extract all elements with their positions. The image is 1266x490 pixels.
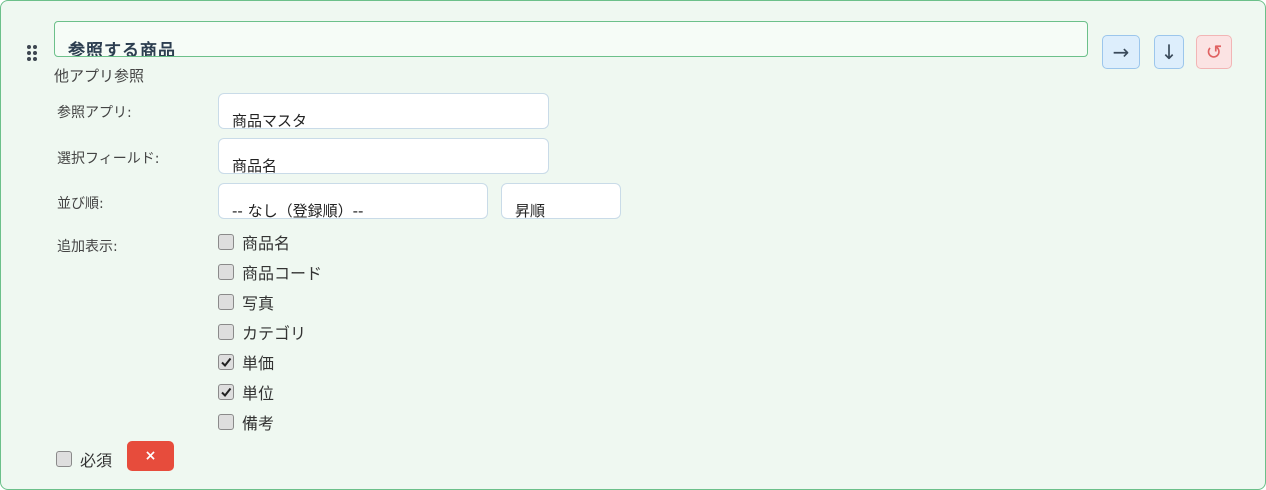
sort-label: 並び順:: [57, 196, 104, 212]
required-checkbox[interactable]: [56, 451, 72, 467]
move-down-button[interactable]: ↓: [1154, 35, 1184, 69]
select-field-value: 商品名: [232, 157, 278, 174]
sort-field-value: -- なし（登録順）--: [232, 202, 364, 219]
move-right-button[interactable]: →: [1102, 35, 1140, 69]
sort-order-value: 昇順: [515, 202, 546, 219]
reset-button[interactable]: ↺: [1196, 35, 1232, 69]
reset-icon: ↺: [1205, 40, 1223, 64]
extra-field-option[interactable]: 商品名: [218, 230, 290, 254]
checkbox[interactable]: [218, 414, 234, 430]
extra-field-option[interactable]: 写真: [218, 290, 274, 314]
field-name-input[interactable]: 参照する商品: [54, 21, 1088, 57]
select-field-select[interactable]: 商品名: [218, 138, 549, 174]
extra-field-option[interactable]: 商品コード: [218, 260, 322, 284]
checkbox-checked[interactable]: [218, 384, 234, 400]
close-icon: ×: [144, 448, 157, 464]
extra-field-option[interactable]: 備考: [218, 410, 274, 434]
checkbox-checked[interactable]: [218, 354, 234, 370]
required-option[interactable]: 必須: [56, 447, 112, 471]
sort-order-select[interactable]: 昇順: [501, 183, 621, 219]
reference-app-label: 参照アプリ:: [57, 105, 132, 121]
extra-field-option[interactable]: 単価: [218, 350, 274, 374]
sort-field-select[interactable]: -- なし（登録順）--: [218, 183, 488, 219]
drag-handle-icon[interactable]: [25, 45, 39, 63]
reference-app-select[interactable]: 商品マスタ: [218, 93, 549, 129]
checkbox[interactable]: [218, 264, 234, 280]
extra-field-option[interactable]: カテゴリ: [218, 320, 306, 344]
reference-app-value: 商品マスタ: [232, 112, 308, 129]
extra-field-option[interactable]: 単位: [218, 380, 274, 404]
select-field-label: 選択フィールド:: [57, 151, 160, 167]
checkbox[interactable]: [218, 234, 234, 250]
field-name-value: 参照する商品: [68, 41, 176, 57]
checkbox[interactable]: [218, 324, 234, 340]
checkbox[interactable]: [218, 294, 234, 310]
field-type-label: 他アプリ参照: [54, 67, 145, 85]
field-editor-card: 参照する商品 → ↓ ↺ 他アプリ参照 参照アプリ: 商品マスタ 選択フィールド…: [0, 0, 1266, 490]
required-label: 必須: [80, 451, 113, 470]
extra-display-label: 追加表示:: [57, 239, 118, 255]
arrow-right-icon: →: [1112, 40, 1130, 64]
arrow-down-icon: ↓: [1160, 40, 1178, 64]
delete-button[interactable]: ×: [127, 441, 174, 471]
